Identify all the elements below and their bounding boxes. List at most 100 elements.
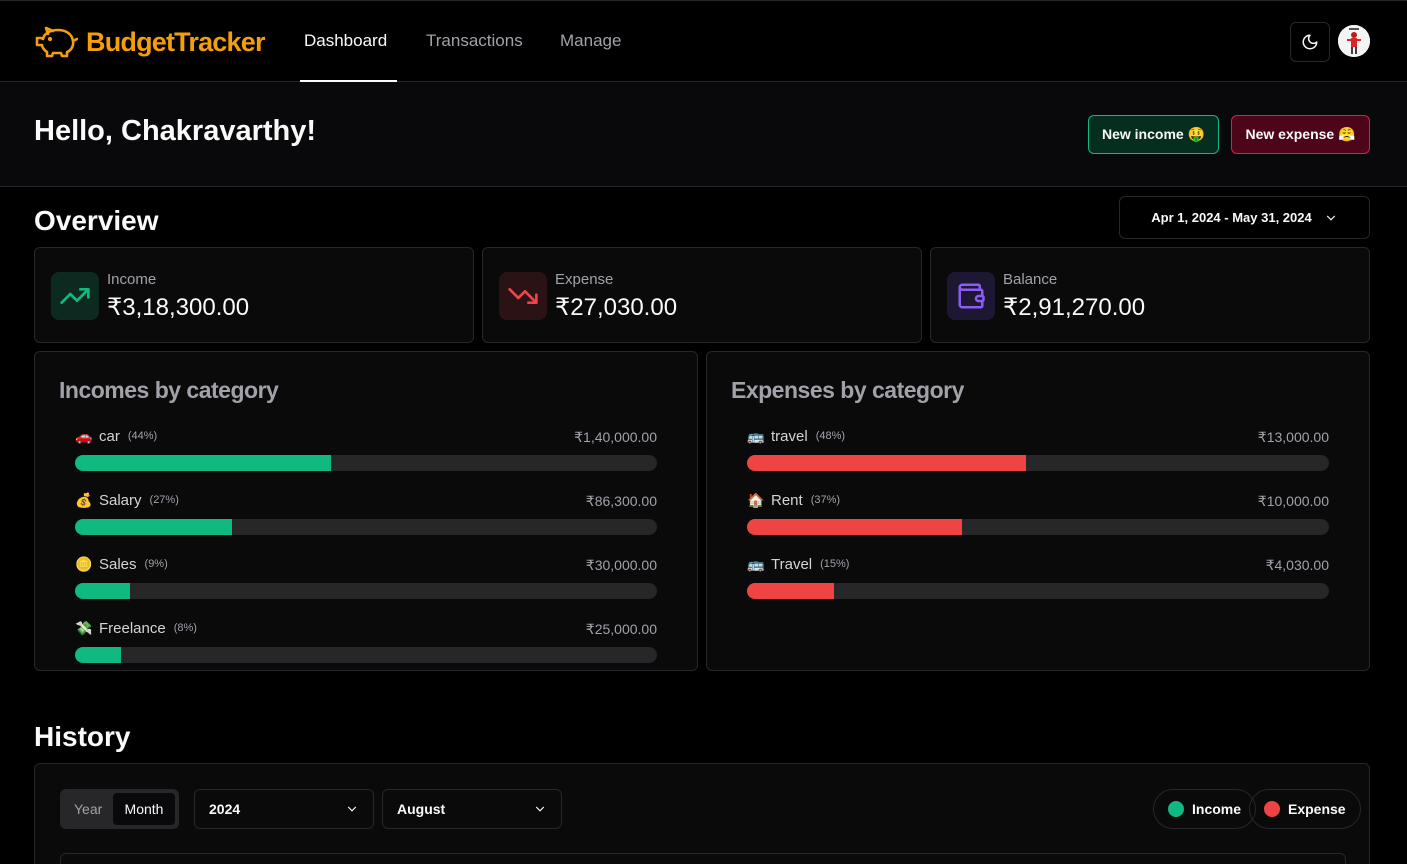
chevron-down-icon bbox=[535, 806, 545, 812]
category-progress-track bbox=[75, 583, 657, 599]
category-name: Sales bbox=[99, 555, 137, 573]
avatar-image bbox=[1338, 25, 1370, 57]
tab-year[interactable]: Year bbox=[74, 801, 102, 817]
trending-down-icon bbox=[499, 272, 547, 320]
balance-stat-card: Balance ₹2,91,270.00 bbox=[930, 247, 1370, 343]
history-card: Year Month 2024 August Income Expense bbox=[34, 763, 1370, 864]
category-amount: ₹4,030.00 bbox=[1265, 557, 1329, 573]
year-select-value: 2024 bbox=[209, 801, 241, 817]
trending-up-icon bbox=[51, 272, 99, 320]
bus-emoji-icon: 🚌 bbox=[747, 555, 765, 572]
tab-month[interactable]: Month bbox=[113, 793, 175, 825]
category-progress-fill bbox=[75, 455, 332, 471]
category-name: Freelance bbox=[99, 619, 166, 637]
category-progress-fill bbox=[75, 583, 130, 599]
nav-transactions[interactable]: Transactions bbox=[426, 31, 523, 51]
category-progress-fill bbox=[747, 583, 834, 599]
chevron-down-icon bbox=[347, 806, 357, 812]
money-bag-emoji-icon: 💰 bbox=[75, 491, 93, 508]
car-emoji-icon: 🚗 bbox=[75, 427, 93, 444]
top-navbar: BudgetTracker Dashboard Transactions Man… bbox=[0, 0, 1407, 82]
category-name: Salary bbox=[99, 491, 142, 509]
incomes-by-category-card: Incomes by category 🚗 car (44%) ₹1,40,00… bbox=[34, 351, 698, 671]
expense-label: Expense bbox=[555, 271, 614, 288]
money-wings-emoji-icon: 💸 bbox=[75, 619, 93, 636]
house-emoji-icon: 🏠 bbox=[747, 491, 765, 508]
greeting-bar: Hello, Chakravarthy! New income 🤑 New ex… bbox=[0, 82, 1407, 187]
income-dot-icon bbox=[1168, 801, 1184, 817]
category-progress-track bbox=[747, 455, 1329, 471]
category-percent: (37%) bbox=[810, 494, 841, 506]
category-percent: (9%) bbox=[144, 558, 168, 570]
piggy-bank-icon bbox=[35, 26, 78, 58]
income-stat-card: Income ₹3,18,300.00 bbox=[34, 247, 474, 343]
overview-title: Overview bbox=[34, 205, 159, 236]
category-percent: (27%) bbox=[149, 494, 179, 506]
expense-dot-icon bbox=[1264, 801, 1280, 817]
category-amount: ₹13,000.00 bbox=[1257, 429, 1329, 445]
balance-label: Balance bbox=[1003, 271, 1058, 288]
category-progress-track bbox=[75, 519, 657, 535]
legend-expense[interactable]: Expense bbox=[1249, 789, 1361, 829]
category-name: Travel bbox=[771, 555, 813, 573]
year-select[interactable]: 2024 bbox=[194, 789, 374, 829]
category-amount: ₹10,000.00 bbox=[1257, 493, 1329, 509]
app-name: BudgetTracker bbox=[86, 26, 265, 57]
expenses-by-category-title: Expenses by category bbox=[731, 377, 964, 403]
theme-toggle-button[interactable] bbox=[1290, 22, 1330, 62]
category-progress-fill bbox=[747, 455, 1027, 471]
nav-dashboard[interactable]: Dashboard bbox=[304, 31, 387, 51]
category-amount: ₹86,300.00 bbox=[585, 493, 657, 509]
category-amount: ₹1,40,000.00 bbox=[574, 429, 657, 445]
greeting-text: Hello, Chakravarthy! bbox=[34, 115, 317, 147]
app-logo[interactable]: BudgetTracker bbox=[34, 25, 265, 59]
date-range-picker[interactable]: Apr 1, 2024 - May 31, 2024 bbox=[1119, 196, 1370, 239]
balance-value: ₹2,91,270.00 bbox=[1003, 294, 1146, 321]
history-title: History bbox=[34, 721, 131, 752]
expenses-by-category-card: Expenses by category 🚌 travel (48%) ₹13,… bbox=[706, 351, 1370, 671]
category-progress-track bbox=[75, 647, 657, 663]
category-name: travel bbox=[771, 427, 808, 445]
history-chart-area bbox=[60, 853, 1346, 864]
incomes-by-category-title: Incomes by category bbox=[59, 377, 279, 403]
income-category-row: 💸 Freelance (8%) ₹25,000.00 bbox=[75, 619, 657, 669]
expense-value: ₹27,030.00 bbox=[555, 294, 678, 321]
income-value: ₹3,18,300.00 bbox=[107, 294, 250, 321]
category-progress-fill bbox=[75, 647, 121, 663]
bus-emoji-icon: 🚌 bbox=[747, 427, 765, 444]
category-percent: (48%) bbox=[815, 430, 846, 442]
income-category-row: 💰 Salary (27%) ₹86,300.00 bbox=[75, 491, 657, 541]
category-name: Rent bbox=[771, 491, 803, 509]
month-select[interactable]: August bbox=[382, 789, 562, 829]
category-progress-track bbox=[747, 583, 1329, 599]
chevron-down-icon bbox=[1326, 215, 1335, 221]
month-select-value: August bbox=[397, 801, 446, 817]
user-avatar[interactable] bbox=[1338, 25, 1370, 57]
nav-manage[interactable]: Manage bbox=[560, 31, 621, 51]
expense-stat-card: Expense ₹27,030.00 bbox=[482, 247, 922, 343]
legend-income[interactable]: Income bbox=[1153, 789, 1257, 829]
moon-icon bbox=[1302, 34, 1318, 50]
date-range-text: Apr 1, 2024 - May 31, 2024 bbox=[1151, 210, 1312, 225]
category-percent: (15%) bbox=[820, 558, 850, 570]
category-progress-fill bbox=[747, 519, 963, 535]
timeframe-tabs: Year Month bbox=[60, 789, 179, 829]
category-percent: (8%) bbox=[173, 622, 197, 634]
category-amount: ₹30,000.00 bbox=[585, 557, 657, 573]
category-amount: ₹25,000.00 bbox=[585, 621, 657, 637]
wallet-icon bbox=[947, 272, 995, 320]
coin-emoji-icon: 🪙 bbox=[75, 555, 93, 572]
income-category-row: 🚗 car (44%) ₹1,40,000.00 bbox=[75, 427, 657, 477]
expense-category-row: 🏠 Rent (37%) ₹10,000.00 bbox=[747, 491, 1329, 541]
legend-income-label: Income bbox=[1192, 801, 1242, 817]
legend-expense-label: Expense bbox=[1288, 801, 1346, 817]
new-income-button[interactable]: New income 🤑 bbox=[1088, 115, 1219, 154]
category-progress-track bbox=[75, 455, 657, 471]
new-expense-button[interactable]: New expense 😤 bbox=[1231, 115, 1370, 154]
category-progress-track bbox=[747, 519, 1329, 535]
category-percent: (44%) bbox=[127, 430, 158, 442]
expense-category-row: 🚌 Travel (15%) ₹4,030.00 bbox=[747, 555, 1329, 605]
income-label: Income bbox=[107, 271, 157, 288]
category-progress-fill bbox=[75, 519, 233, 535]
category-name: car bbox=[99, 427, 120, 445]
